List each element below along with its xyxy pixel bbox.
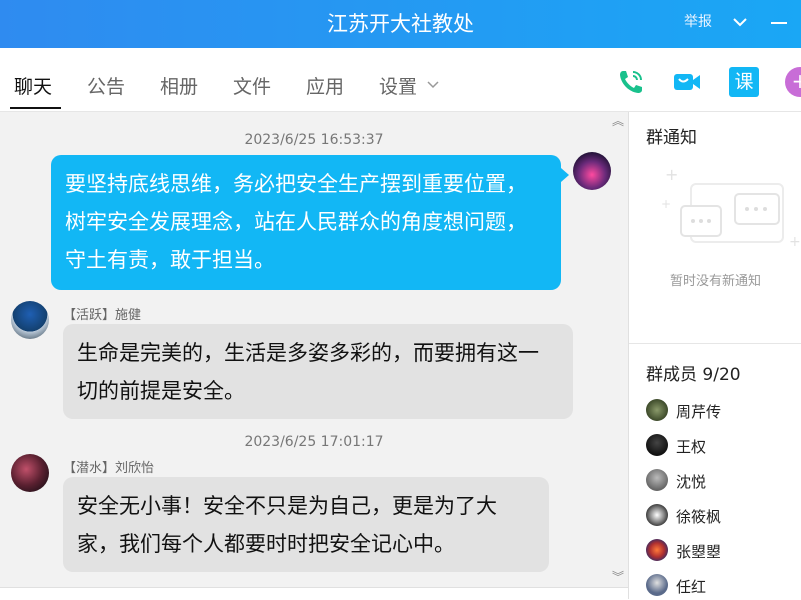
video-call-icon[interactable] — [672, 67, 702, 97]
course-icon[interactable]: 课 — [729, 67, 759, 97]
avatar — [646, 399, 668, 421]
scroll-down-icon[interactable]: ︾ — [612, 568, 624, 585]
sender-name[interactable]: 施健 — [115, 308, 141, 323]
active-tab-indicator — [10, 107, 61, 109]
avatar — [646, 574, 668, 596]
tab-announcements[interactable]: 公告 — [87, 72, 125, 99]
sender-name[interactable]: 刘欣怡 — [115, 461, 154, 476]
avatar — [646, 469, 668, 491]
svg-text:+: + — [665, 165, 678, 184]
member-name: 任红 — [676, 578, 707, 596]
more-icon[interactable]: + — [785, 67, 801, 97]
sender-line: 【潜水】刘欣怡 — [63, 457, 154, 476]
member-badge: 【活跃】 — [63, 308, 116, 323]
phone-icon[interactable] — [616, 67, 646, 97]
member-badge: 【潜水】 — [63, 461, 116, 476]
tab-chat[interactable]: 聊天 — [14, 72, 52, 99]
title-bar: 江苏开大社教处 举报 — [0, 0, 801, 48]
empty-notice-text: 暂时没有新通知 — [669, 274, 761, 289]
message-bubble-incoming[interactable]: 生命是完美的，生活是多姿多彩的，而要拥有这一切的前提是安全。 — [63, 324, 573, 419]
message-timestamp: 2023/6/25 17:01:17 — [244, 434, 384, 450]
report-button[interactable]: 举报 — [684, 0, 712, 44]
svg-text:+: + — [789, 234, 801, 250]
avatar[interactable] — [573, 152, 611, 190]
tab-album[interactable]: 相册 — [160, 72, 198, 99]
member-name: 沈悦 — [676, 473, 707, 491]
avatar — [646, 434, 668, 456]
svg-text:+: + — [661, 197, 671, 211]
chevron-down-icon[interactable] — [732, 15, 748, 29]
avatar — [646, 539, 668, 561]
chevron-down-icon[interactable] — [427, 80, 439, 90]
minimize-button[interactable] — [771, 22, 787, 24]
empty-notice-illustration: + + + — [661, 165, 801, 250]
bubble-tail — [561, 168, 569, 182]
avatar[interactable] — [11, 454, 49, 492]
message-bubble-incoming[interactable]: 安全无小事！安全不只是为自己，更是为了大家，我们每个人都要时时把安全记心中。 — [63, 477, 549, 572]
message-timestamp: 2023/6/25 16:53:37 — [244, 132, 384, 148]
message-bubble-outgoing[interactable]: 要坚持底线思维，务必把安全生产摆到重要位置，树牢安全发展理念，站在人民群众的角度… — [51, 155, 561, 290]
window-title: 江苏开大社教处 — [327, 12, 474, 36]
member-name: 周芹传 — [676, 403, 722, 421]
sender-line: 【活跃】施健 — [63, 304, 141, 323]
input-box-edge[interactable] — [0, 587, 628, 600]
group-side-panel: 群通知 + + + 暂时没有新通知 群成员 9/20 周芹传 王权 沈悦 徐筱枫… — [628, 112, 801, 599]
scroll-up-icon[interactable]: ︽ — [612, 112, 624, 129]
tab-apps[interactable]: 应用 — [306, 72, 344, 99]
tab-files[interactable]: 文件 — [233, 72, 271, 99]
members-title: 群成员 9/20 — [646, 365, 741, 385]
member-name: 王权 — [676, 438, 707, 456]
avatar — [646, 504, 668, 526]
member-name: 徐筱枫 — [676, 508, 722, 526]
avatar[interactable] — [11, 301, 49, 339]
tab-bar: 聊天 公告 相册 文件 应用 设置 课 + — [0, 48, 801, 112]
chat-area[interactable]: ︽ 2023/6/25 16:53:37 要坚持底线思维，务必把安全生产摆到重要… — [0, 112, 628, 600]
group-notice-title: 群通知 — [646, 128, 697, 148]
divider — [629, 343, 801, 344]
tab-settings[interactable]: 设置 — [379, 72, 417, 99]
member-name: 张曌曌 — [676, 543, 722, 561]
